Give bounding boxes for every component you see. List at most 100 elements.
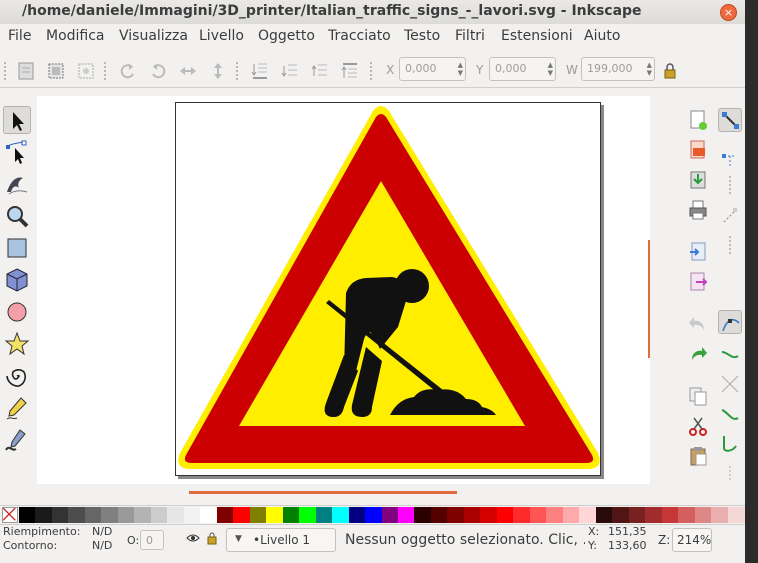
color-swatch[interactable] [51,507,69,523]
roadworks-sign-drawing[interactable] [176,103,602,477]
snap-bbox-edge-icon[interactable] [718,174,742,198]
color-swatch[interactable] [711,507,729,523]
zoom-tool[interactable] [3,202,31,230]
color-swatch[interactable] [299,507,317,523]
width-input[interactable]: 199,000 ▲ ▼ [581,57,655,81]
rectangle-tool[interactable] [3,234,31,262]
color-swatch[interactable] [381,507,399,523]
zoom-input[interactable]: 214% [672,528,712,552]
menu-aiuto[interactable]: Aiuto [584,28,620,44]
spiral-tool[interactable] [3,362,31,390]
color-swatch[interactable] [332,507,350,523]
menu-tracciato[interactable]: Tracciato [328,28,391,44]
color-swatch[interactable] [348,507,366,523]
raise-icon[interactable] [310,61,330,81]
snap-bbox-icon[interactable] [718,144,742,168]
flip-vertical-icon[interactable] [208,61,228,81]
color-swatch[interactable] [84,507,102,523]
snap-enable-icon[interactable] [718,108,742,132]
color-swatch[interactable] [183,507,201,523]
color-swatch[interactable] [645,507,663,523]
color-swatch[interactable] [463,507,481,523]
menu-visualizza[interactable]: Visualizza [119,28,188,44]
snap-nodes-icon[interactable] [718,310,742,334]
save-document-icon[interactable] [686,168,710,192]
snap-bbox-corner-icon[interactable] [718,204,742,228]
color-swatch[interactable] [200,507,218,523]
color-swatch[interactable] [68,507,86,523]
layer-lock-icon[interactable] [206,531,218,545]
toolbar-grip[interactable] [370,62,376,80]
box3d-tool[interactable] [3,266,31,294]
menu-filtri[interactable]: Filtri [455,28,485,44]
color-swatch[interactable] [249,507,267,523]
spin-arrows-icon[interactable]: ▲ ▼ [458,61,463,77]
color-swatch[interactable] [101,507,119,523]
color-swatch[interactable] [480,507,498,523]
node-tool[interactable] [3,138,31,166]
selector-tool[interactable] [3,106,31,134]
color-swatch[interactable] [529,507,547,523]
rotate-cw-icon[interactable] [148,61,168,81]
raise-to-top-icon[interactable] [340,61,360,81]
menu-testo[interactable]: Testo [404,28,440,44]
color-swatch[interactable] [694,507,712,523]
color-swatch[interactable] [562,507,580,523]
drawing-canvas[interactable] [37,96,650,484]
lower-icon[interactable] [280,61,300,81]
color-swatch[interactable] [430,507,448,523]
tweak-tool[interactable] [3,170,31,198]
vertical-scrollbar[interactable] [648,240,650,358]
snap-cusp-icon[interactable] [718,402,742,426]
lock-icon[interactable] [660,61,680,81]
new-document-icon[interactable] [686,108,710,132]
import-icon[interactable] [686,240,710,264]
snap-bbox-midpoint-icon[interactable] [718,234,742,258]
pencil-tool[interactable] [3,394,31,422]
color-swatch[interactable] [546,507,564,523]
color-swatch[interactable] [216,507,234,523]
snap-midpoint-icon[interactable] [718,462,742,486]
color-swatch[interactable] [612,507,630,523]
color-swatch[interactable] [414,507,432,523]
rotate-ccw-icon[interactable] [118,61,138,81]
copy-icon[interactable] [686,384,710,408]
color-swatch[interactable] [282,507,300,523]
print-icon[interactable] [686,198,710,222]
color-swatch[interactable] [579,507,597,523]
toolbar-grip[interactable] [4,62,10,80]
paste-icon[interactable] [686,444,710,468]
color-swatch[interactable] [727,507,745,523]
select-all-layers-icon[interactable] [46,61,66,81]
lower-to-bottom-icon[interactable] [250,61,270,81]
spin-arrows-icon[interactable]: ▲ ▼ [647,61,652,77]
undo-icon[interactable] [686,312,710,336]
opacity-input[interactable]: 0 [140,530,164,550]
close-button[interactable]: × [720,4,737,21]
y-coordinate-input[interactable]: 0,000 ▲ ▼ [489,57,556,81]
export-icon[interactable] [686,270,710,294]
color-swatch[interactable] [134,507,152,523]
snap-paths-icon[interactable] [718,342,742,366]
color-swatch[interactable] [496,507,514,523]
horizontal-scrollbar[interactable] [189,491,457,494]
cut-icon[interactable] [686,414,710,438]
x-coordinate-input[interactable]: 0,000 ▲ ▼ [399,57,466,81]
color-swatch[interactable] [365,507,383,523]
color-swatch[interactable] [513,507,531,523]
toolbar-grip[interactable] [236,62,242,80]
color-swatch[interactable] [117,507,135,523]
open-document-icon[interactable] [686,138,710,162]
stroke-value[interactable]: N/D [92,539,112,552]
color-swatch[interactable] [150,507,168,523]
ellipse-tool[interactable] [3,298,31,326]
snap-intersection-icon[interactable] [718,372,742,396]
color-swatch[interactable] [266,507,284,523]
color-swatch[interactable] [35,507,53,523]
color-swatch[interactable] [628,507,646,523]
toolbar-grip[interactable] [104,62,110,80]
color-swatch[interactable] [233,507,251,523]
flip-horizontal-icon[interactable] [178,61,198,81]
calligraphy-tool[interactable] [3,426,31,454]
spin-arrows-icon[interactable]: ▲ ▼ [548,61,553,77]
